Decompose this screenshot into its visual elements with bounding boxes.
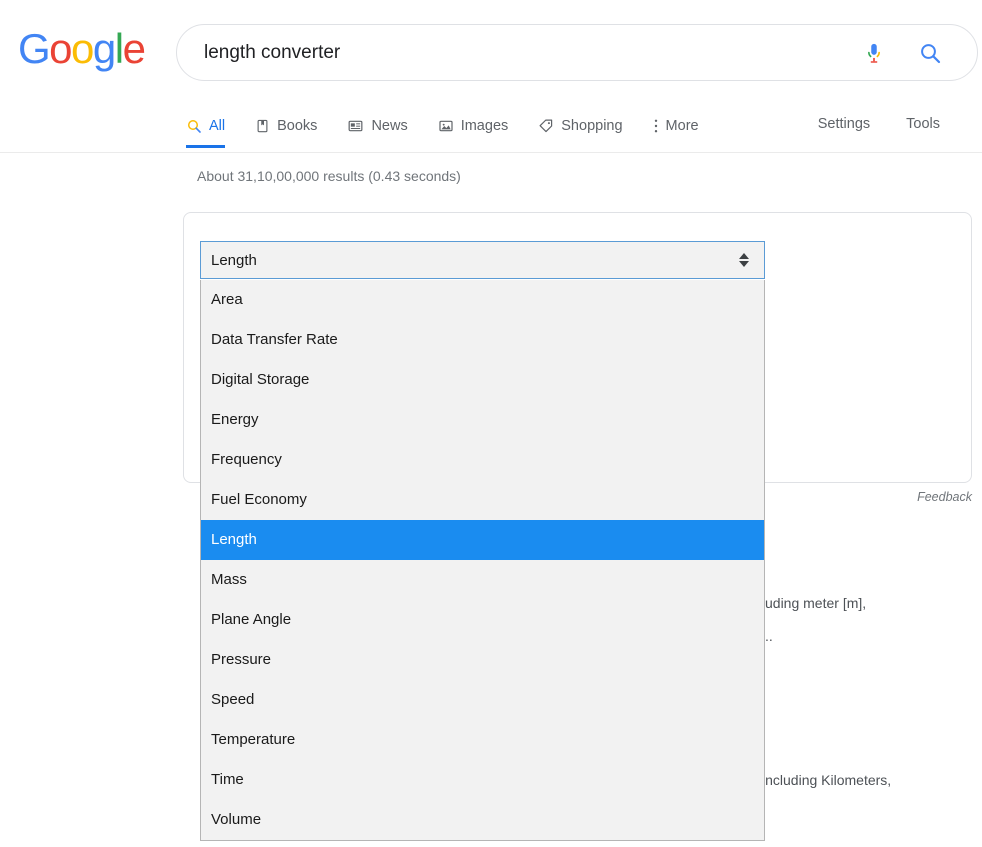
google-logo[interactable]: Google [18, 25, 146, 72]
search-input[interactable] [202, 39, 849, 66]
book-icon [255, 118, 270, 134]
stepper-up-arrow [739, 253, 749, 259]
tools-link[interactable]: Tools [888, 104, 958, 132]
google-search-page: Google length converter All Books News I… [0, 0, 982, 847]
settings-link[interactable]: Settings [800, 104, 888, 132]
dropdown-option-frequency[interactable]: Frequency [201, 440, 764, 480]
tab-news-label: News [371, 118, 408, 134]
nav-separator [0, 152, 982, 153]
tab-images[interactable]: Images [438, 104, 525, 148]
dropdown-option-temperature[interactable]: Temperature [201, 720, 764, 760]
dropdown-option-fuel-economy[interactable]: Fuel Economy [201, 480, 764, 520]
stepper-down-arrow [739, 261, 749, 267]
logo-letter-o2: o [71, 25, 94, 72]
active-tab-underline [186, 145, 226, 148]
feedback-link[interactable]: Feedback [917, 490, 972, 504]
search-bar[interactable] [176, 24, 978, 81]
dropdown-option-speed[interactable]: Speed [201, 680, 764, 720]
tab-news[interactable]: News [347, 104, 423, 148]
page-header: Google length converter All Books News I… [0, 0, 982, 153]
logo-letter-g1: G [18, 25, 51, 72]
dropdown-option-length[interactable]: Length [201, 520, 764, 560]
dropdown-option-area[interactable]: Area [201, 280, 764, 320]
search-icon [186, 118, 202, 134]
logo-letter-g2: g [92, 25, 116, 72]
tab-more[interactable]: More [653, 104, 715, 148]
tab-books[interactable]: Books [255, 104, 333, 148]
organic-snippet-fragment: .. [765, 628, 773, 644]
dropdown-option-digital-storage[interactable]: Digital Storage [201, 360, 764, 400]
newspaper-icon [347, 118, 364, 134]
dropdown-option-energy[interactable]: Energy [201, 400, 764, 440]
nav-right-links: Settings Tools [800, 104, 958, 132]
tab-images-label: Images [460, 118, 509, 134]
microphone-icon[interactable] [849, 40, 899, 66]
result-stats: About 31,10,00,000 results (0.43 seconds… [197, 168, 461, 184]
unit-type-select-value: Length [211, 251, 257, 269]
image-icon [438, 118, 454, 134]
dropdown-option-plane-angle[interactable]: Plane Angle [201, 600, 764, 640]
more-vertical-icon [653, 118, 659, 134]
tag-icon [538, 118, 554, 134]
dropdown-option-pressure[interactable]: Pressure [201, 640, 764, 680]
logo-letter-l: l [114, 25, 124, 72]
tab-all-label: All [209, 118, 226, 134]
up-down-stepper-icon[interactable] [730, 253, 758, 267]
unit-type-select[interactable]: Length [200, 241, 765, 279]
tab-all[interactable]: All [186, 104, 241, 148]
logo-letter-o1: o [49, 25, 72, 72]
organic-snippet-fragment: uding meter [m], [765, 595, 867, 611]
search-input-wrapper [177, 39, 849, 66]
dropdown-option-time[interactable]: Time [201, 760, 764, 800]
search-nav-bar: All Books News Images Shopping More Sett… [0, 104, 982, 153]
tab-more-label: More [665, 118, 699, 134]
dropdown-option-volume[interactable]: Volume [201, 800, 764, 840]
search-tabs: All Books News Images Shopping More [186, 104, 729, 148]
search-submit-icon[interactable] [905, 41, 955, 65]
logo-letter-e: e [122, 25, 146, 72]
dropdown-option-data-transfer-rate[interactable]: Data Transfer Rate [201, 320, 764, 360]
dropdown-option-mass[interactable]: Mass [201, 560, 764, 600]
tab-books-label: Books [277, 118, 318, 134]
tab-shopping-label: Shopping [561, 118, 623, 134]
organic-snippet-fragment: including Kilometers, [762, 772, 892, 788]
tab-shopping[interactable]: Shopping [538, 104, 638, 148]
unit-type-dropdown[interactable]: Area Data Transfer Rate Digital Storage Ene… [200, 280, 765, 841]
